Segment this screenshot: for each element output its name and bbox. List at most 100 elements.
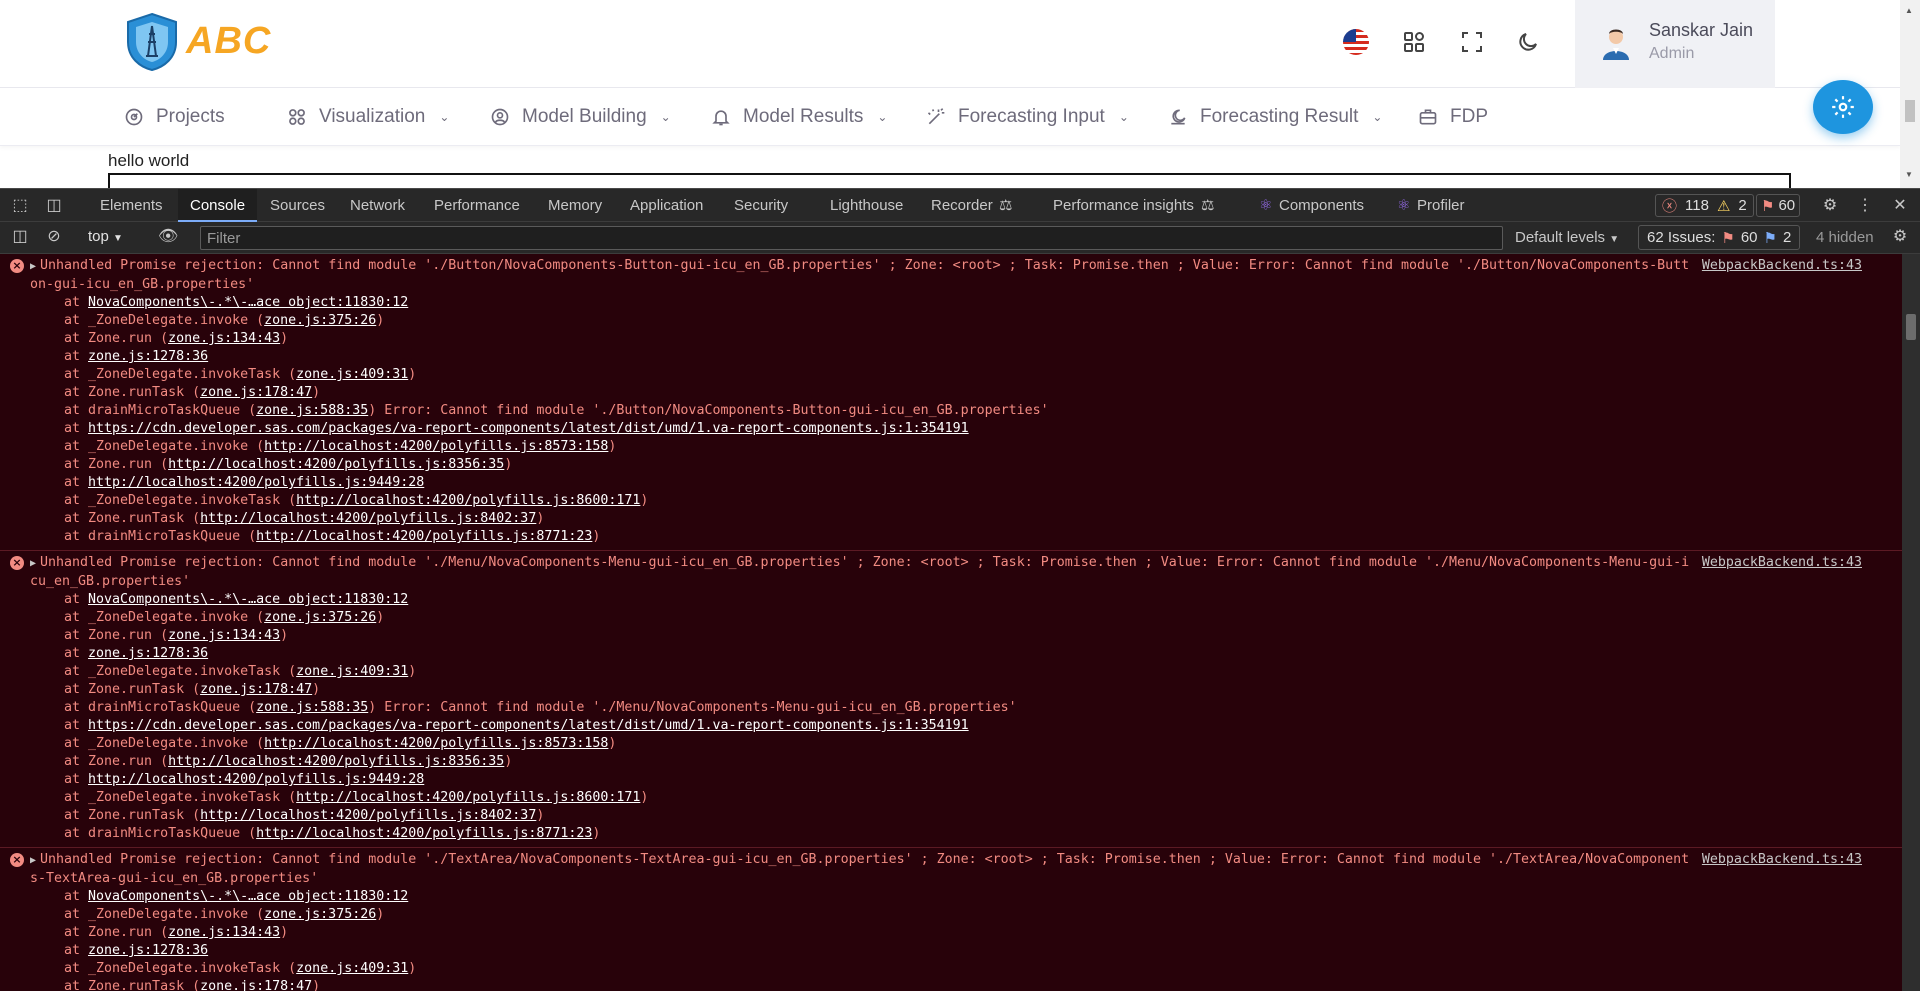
frame-link[interactable]: http://localhost:4200/polyfills.js:8356:… <box>168 457 504 472</box>
more-options-kebab-icon[interactable]: ⋮ <box>1855 196 1875 216</box>
console-error-message[interactable]: × ▶ Unhandled Promise rejection: Cannot fi… <box>0 551 1902 848</box>
tab-security[interactable]: Security <box>730 189 792 222</box>
frame-link[interactable]: zone.js:588:35 <box>256 700 368 715</box>
frame-link[interactable]: zone.js:409:31 <box>296 367 408 382</box>
error-count: 118 <box>1685 197 1709 214</box>
logo-shield-icon[interactable] <box>124 12 180 72</box>
frame-link[interactable]: http://localhost:4200/polyfills.js:8402:… <box>200 511 536 526</box>
console-error-message[interactable]: × ▶ Unhandled Promise rejection: Cannot fi… <box>0 254 1902 551</box>
inspect-element-icon[interactable]: ⬚ <box>10 196 30 216</box>
frame-link[interactable]: zone.js:1278:36 <box>88 349 208 364</box>
issues-badge[interactable]: 62 Issues: ⚑ 60 ⚑ 2 <box>1638 225 1801 250</box>
tab-sources[interactable]: Sources <box>266 189 329 222</box>
nav-forecasting-result[interactable]: Forecasting Result ⌄ <box>1168 104 1382 130</box>
frame-suffix: ) <box>312 979 321 991</box>
frame-link[interactable]: zone.js:178:47 <box>200 979 312 991</box>
nav-model-building[interactable]: Model Building ⌄ <box>490 104 671 130</box>
settings-fab-button[interactable] <box>1813 80 1873 134</box>
frame-link[interactable]: zone.js:134:43 <box>168 925 280 940</box>
tab-lighthouse[interactable]: Lighthouse <box>826 189 907 222</box>
tab-profiler[interactable]: Profiler <box>1413 189 1469 222</box>
frame-link[interactable]: zone.js:1278:36 <box>88 646 208 661</box>
context-selector[interactable]: top ▼ <box>88 228 123 245</box>
brand-name[interactable]: ABC <box>186 20 271 63</box>
scrollbar-thumb[interactable] <box>1905 100 1915 122</box>
frame-link[interactable]: https://cdn.developer.sas.com/packages/v… <box>88 421 969 436</box>
messages-badge[interactable]: ⚑ 60 <box>1756 194 1801 217</box>
expand-triangle-icon[interactable]: ▶ <box>30 261 36 272</box>
tab-components[interactable]: Components <box>1275 189 1368 222</box>
frame-link[interactable]: http://localhost:4200/polyfills.js:8771:… <box>256 826 592 841</box>
close-devtools-icon[interactable]: ✕ <box>1890 196 1910 216</box>
console-filter-input[interactable]: Filter <box>200 226 1503 250</box>
frame-link[interactable]: zone.js:588:35 <box>256 403 368 418</box>
us-flag-icon[interactable] <box>1340 26 1372 58</box>
tab-application[interactable]: Application <box>626 189 707 222</box>
frame-link[interactable]: http://localhost:4200/polyfills.js:8573:… <box>264 439 608 454</box>
tab-recorder[interactable]: Recorder <box>927 189 997 222</box>
levels-label: Default levels <box>1515 229 1606 246</box>
stack-frame: at Zone.runTask (zone.js:178:47) <box>0 384 1902 402</box>
frame-link[interactable]: zone.js:375:26 <box>264 907 376 922</box>
expand-triangle-icon[interactable]: ▶ <box>30 855 36 866</box>
scroll-down-arrow-icon[interactable]: ▼ <box>1905 170 1913 179</box>
frame-link[interactable]: zone.js:134:43 <box>168 628 280 643</box>
frame-link[interactable]: zone.js:178:47 <box>200 682 312 697</box>
frame-link[interactable]: http://localhost:4200/polyfills.js:8771:… <box>256 529 592 544</box>
console-counts-badge[interactable]: ⓧ 118 ⚠ 2 <box>1655 194 1754 217</box>
tab-elements[interactable]: Elements <box>96 189 167 222</box>
console-settings-gear-icon[interactable]: ⚙ <box>1890 227 1910 247</box>
tab-performance[interactable]: Performance <box>430 189 524 222</box>
nav-projects[interactable]: Projects <box>124 104 225 130</box>
scroll-up-arrow-icon[interactable]: ▲ <box>1905 6 1913 15</box>
stack-frame: at NovaComponents\-.*\-…ace object:11830… <box>0 888 1902 906</box>
expand-triangle-icon[interactable]: ▶ <box>30 558 36 569</box>
frame-link[interactable]: http://localhost:4200/polyfills.js:9449:… <box>88 475 424 490</box>
tab-network[interactable]: Network <box>346 189 409 222</box>
frame-link[interactable]: zone.js:178:47 <box>200 385 312 400</box>
tab-performance-insights[interactable]: Performance insights <box>1049 189 1198 222</box>
frame-link[interactable]: http://localhost:4200/polyfills.js:8573:… <box>264 736 608 751</box>
frame-link[interactable]: zone.js:409:31 <box>296 664 408 679</box>
console-error-message[interactable]: × ▶ Unhandled Promise rejection: Cannot fi… <box>0 848 1902 991</box>
frame-link[interactable]: http://localhost:4200/polyfills.js:8600:… <box>296 493 640 508</box>
nav-model-results[interactable]: Model Results ⌄ <box>711 104 887 130</box>
clear-console-icon[interactable]: ⊘ <box>44 227 64 247</box>
frame-link[interactable]: zone.js:409:31 <box>296 961 408 976</box>
frame-link[interactable]: NovaComponents\-.*\-…ace object:11830:12 <box>88 889 408 904</box>
frame-link[interactable]: https://cdn.developer.sas.com/packages/v… <box>88 718 969 733</box>
fullscreen-icon[interactable] <box>1456 26 1488 58</box>
frame-link[interactable]: http://localhost:4200/polyfills.js:9449:… <box>88 772 424 787</box>
error-message-text[interactable]: × ▶ Unhandled Promise rejection: Cannot fi… <box>0 257 1902 294</box>
log-levels-dropdown[interactable]: Default levels ▼ <box>1515 229 1619 246</box>
nav-forecasting-input[interactable]: Forecasting Input ⌄ <box>926 104 1129 130</box>
frame-link[interactable]: zone.js:134:43 <box>168 331 280 346</box>
frame-link[interactable]: http://localhost:4200/polyfills.js:8356:… <box>168 754 504 769</box>
sidebar-toggle-icon[interactable]: ◫ <box>10 227 30 247</box>
source-link[interactable]: WebpackBackend.ts:43 <box>1702 554 1862 572</box>
frame-link[interactable]: zone.js:375:26 <box>264 313 376 328</box>
frame-link[interactable]: zone.js:375:26 <box>264 610 376 625</box>
nav-fdp[interactable]: FDP <box>1418 104 1488 130</box>
nav-visualization[interactable]: Visualization ⌄ <box>287 104 449 130</box>
frame-link[interactable]: NovaComponents\-.*\-…ace object:11830:12 <box>88 592 408 607</box>
dark-mode-moon-icon[interactable] <box>1512 26 1544 58</box>
source-link[interactable]: WebpackBackend.ts:43 <box>1702 851 1862 869</box>
console-scrollbar[interactable] <box>1902 254 1920 991</box>
frame-link[interactable]: NovaComponents\-.*\-…ace object:11830:12 <box>88 295 408 310</box>
error-message-text[interactable]: × ▶ Unhandled Promise rejection: Cannot fi… <box>0 554 1902 591</box>
tab-console[interactable]: Console <box>178 189 258 222</box>
live-expression-eye-icon[interactable]: 👁 <box>158 227 178 247</box>
page-scrollbar[interactable]: ▲ ▼ <box>1900 0 1920 188</box>
devtools-settings-gear-icon[interactable]: ⚙ <box>1820 196 1840 216</box>
scrollbar-thumb[interactable] <box>1906 314 1916 340</box>
frame-link[interactable]: http://localhost:4200/polyfills.js:8600:… <box>296 790 640 805</box>
tab-memory[interactable]: Memory <box>544 189 606 222</box>
error-message-text[interactable]: × ▶ Unhandled Promise rejection: Cannot fi… <box>0 851 1902 888</box>
source-link[interactable]: WebpackBackend.ts:43 <box>1702 257 1862 275</box>
device-toolbar-icon[interactable]: ◫ <box>44 196 64 216</box>
user-menu[interactable]: Sanskar Jain Admin <box>1575 0 1775 88</box>
frame-link[interactable]: http://localhost:4200/polyfills.js:8402:… <box>200 808 536 823</box>
grid-apps-icon[interactable] <box>1398 26 1430 58</box>
frame-link[interactable]: zone.js:1278:36 <box>88 943 208 958</box>
